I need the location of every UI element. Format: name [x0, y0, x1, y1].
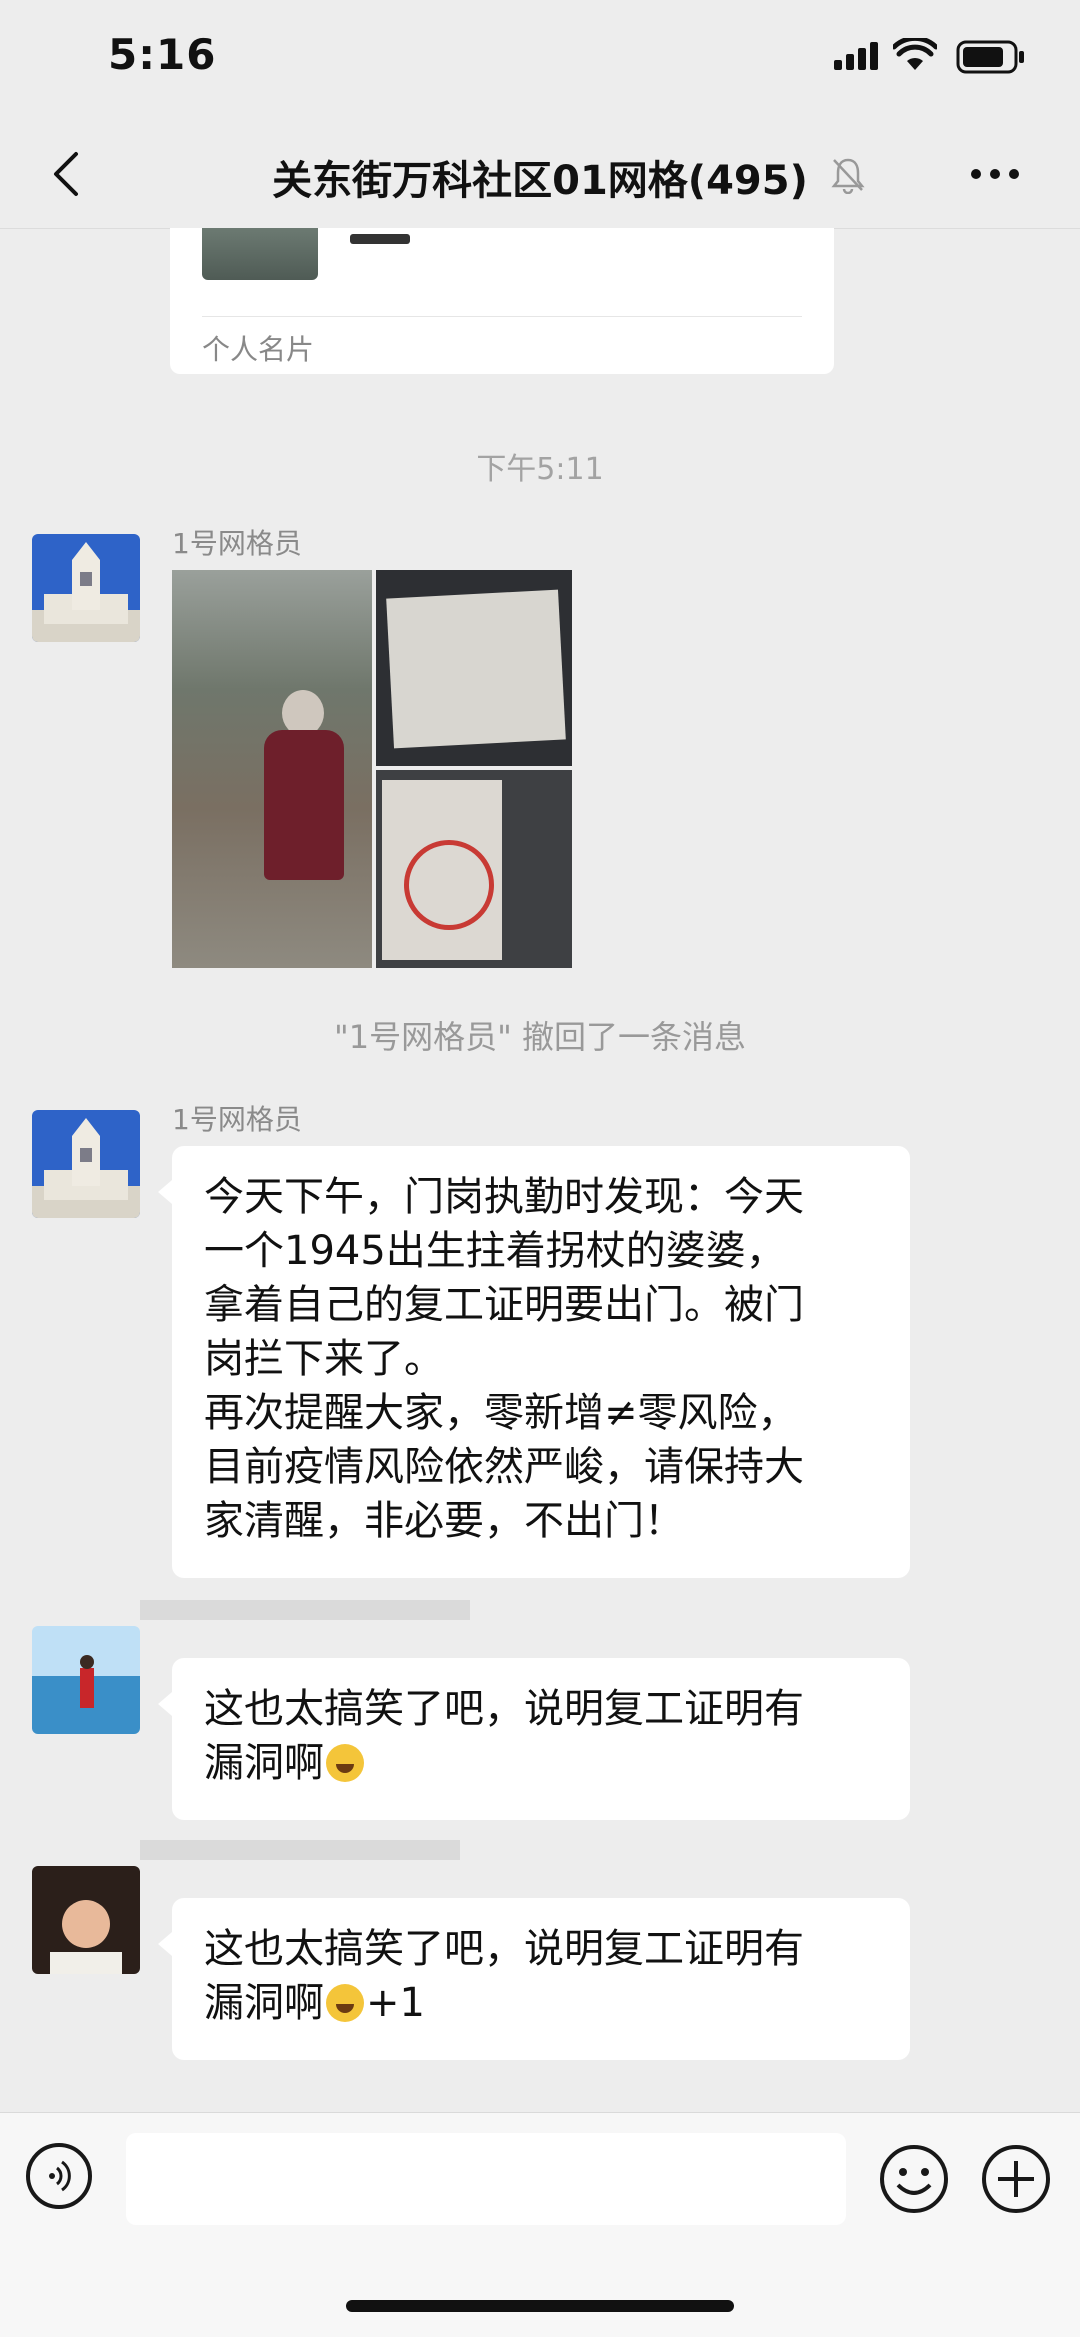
- more-icon[interactable]: [970, 168, 1020, 180]
- castle-avatar-icon: [32, 1110, 140, 1218]
- sender-name-redacted: [140, 1840, 460, 1860]
- muted-bell-icon: [831, 158, 865, 194]
- card-thumbnail: [202, 228, 318, 280]
- image-collage[interactable]: [172, 570, 572, 968]
- person-avatar-icon: [32, 1866, 140, 1974]
- message-bubble[interactable]: 这也太搞笑了吧，说明复工证明有 漏洞啊 +1: [158, 1898, 910, 2060]
- avatar[interactable]: [32, 1626, 140, 1734]
- recall-notice: "1号网格员" 撤回了一条消息: [334, 1018, 746, 1056]
- message-bubble[interactable]: 这也太搞笑了吧，说明复工证明有 漏洞啊: [158, 1658, 910, 1820]
- voice-icon[interactable]: [26, 2143, 92, 2209]
- sender-name: 1号网格员: [172, 527, 302, 560]
- cellular-signal-icon: [834, 42, 878, 70]
- avatar[interactable]: [32, 1110, 140, 1218]
- card-label: 个人名片: [202, 333, 315, 366]
- contact-card-message[interactable]: 个人名片: [170, 228, 834, 374]
- photo-elderly-woman[interactable]: [172, 570, 372, 968]
- emoji-icon[interactable]: [878, 2143, 950, 2215]
- castle-avatar-icon: [32, 534, 140, 642]
- message-timestamp: 下午5:11: [476, 452, 604, 487]
- chat-title: 关东街万科社区01网格(495): [272, 158, 808, 204]
- avatar[interactable]: [32, 534, 140, 642]
- plus-icon[interactable]: [980, 2143, 1052, 2215]
- photo-certificate[interactable]: [376, 570, 572, 766]
- avatar[interactable]: [32, 1866, 140, 1974]
- message-input[interactable]: [126, 2133, 846, 2225]
- battery-icon: [956, 40, 1024, 74]
- sender-name: 1号网格员: [172, 1103, 302, 1136]
- sea-avatar-icon: [32, 1626, 140, 1734]
- home-indicator[interactable]: [346, 2300, 734, 2312]
- card-divider: [202, 316, 802, 317]
- sender-name-redacted: [140, 1600, 470, 1620]
- card-partial-text: [350, 228, 450, 252]
- message-bubble[interactable]: 今天下午，门岗执勤时发现：今天 一个1945出生拄着拐杖的婆婆， 拿着自己的复工…: [158, 1146, 910, 1578]
- status-bar: 5:16: [0, 0, 1080, 120]
- chat-header: 关东街万科社区01网格(495): [0, 120, 1080, 229]
- photo-certificate-seal[interactable]: [376, 770, 572, 968]
- laughing-emoji-icon: [326, 1984, 364, 2022]
- status-time: 5:16: [108, 30, 217, 79]
- wifi-icon: [893, 38, 937, 70]
- laughing-emoji-icon: [326, 1744, 364, 1782]
